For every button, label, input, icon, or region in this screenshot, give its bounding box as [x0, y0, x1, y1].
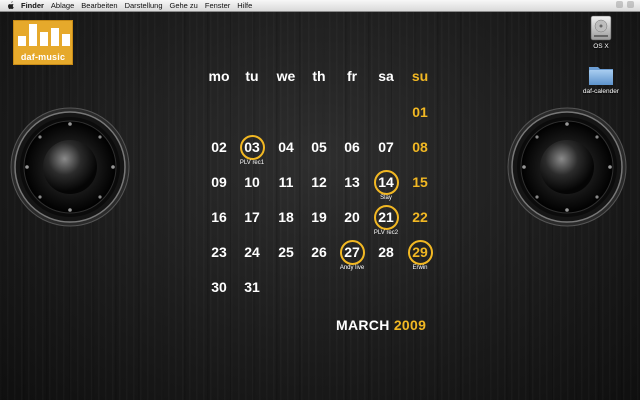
weekday-header-fr: fr	[346, 68, 358, 84]
calendar-day-31[interactable]: 31	[237, 275, 267, 299]
calendar-day-24[interactable]: 24	[237, 240, 267, 264]
calendar-day-17[interactable]: 17	[237, 205, 267, 229]
event-label: Slay	[380, 195, 392, 201]
calendar-day-23[interactable]: 23	[204, 240, 234, 264]
calendar-day-22[interactable]: 22	[405, 205, 435, 229]
calendar-day-29[interactable]: 29	[405, 240, 435, 264]
calendar-day-13[interactable]: 13	[337, 170, 367, 194]
calendar-day-16[interactable]: 16	[204, 205, 234, 229]
calendar-month: MARCH	[336, 317, 390, 333]
calendar-day-26[interactable]: 26	[304, 240, 334, 264]
calendar-day-04[interactable]: 04	[271, 135, 301, 159]
event-label: Erwin	[412, 265, 428, 271]
calendar-day-27[interactable]: 27	[337, 240, 367, 264]
weekday-header-su: su	[411, 68, 429, 84]
calendar-day-19[interactable]: 19	[304, 205, 334, 229]
calendar-year: 2009	[393, 317, 427, 333]
calendar-day-18[interactable]: 18	[271, 205, 301, 229]
calendar-day-28[interactable]: 28	[371, 240, 401, 264]
calendar-day-30[interactable]: 30	[204, 275, 234, 299]
weekday-header-sa: sa	[378, 68, 394, 84]
weekday-header-we: we	[276, 68, 296, 84]
calendar-day-03[interactable]: 03	[237, 135, 267, 159]
calendar-day-14[interactable]: 14	[371, 170, 401, 194]
calendar-day-01[interactable]: 01	[405, 100, 435, 124]
weekday-header-th: th	[312, 68, 326, 84]
calendar-day-06[interactable]: 06	[337, 135, 367, 159]
calendar-day-25[interactable]: 25	[271, 240, 301, 264]
calendar-day-10[interactable]: 10	[237, 170, 267, 194]
calendar-day-08[interactable]: 08	[405, 135, 435, 159]
calendar-day-15[interactable]: 15	[405, 170, 435, 194]
weekday-header-tu: tu	[245, 68, 259, 84]
calendar-day-12[interactable]: 12	[304, 170, 334, 194]
calendar-day-07[interactable]: 07	[371, 135, 401, 159]
calendar-day-21[interactable]: 21	[371, 205, 401, 229]
event-label: PLV rec2	[373, 230, 399, 236]
calendar-day-09[interactable]: 09	[204, 170, 234, 194]
calendar-day-05[interactable]: 05	[304, 135, 334, 159]
calendar-widget: mo tu we th fr sa su 01 02 PLV rec1 03 04 05 06 07 08 09…	[0, 0, 640, 400]
weekday-header-mo: mo	[208, 68, 230, 84]
event-label: PLV rec1	[239, 160, 265, 166]
calendar-day-20[interactable]: 20	[337, 205, 367, 229]
event-label: Andy live	[339, 265, 365, 271]
calendar-day-11[interactable]: 11	[271, 170, 301, 194]
calendar-day-02[interactable]: 02	[204, 135, 234, 159]
calendar-title: MARCH 2009	[336, 317, 426, 333]
